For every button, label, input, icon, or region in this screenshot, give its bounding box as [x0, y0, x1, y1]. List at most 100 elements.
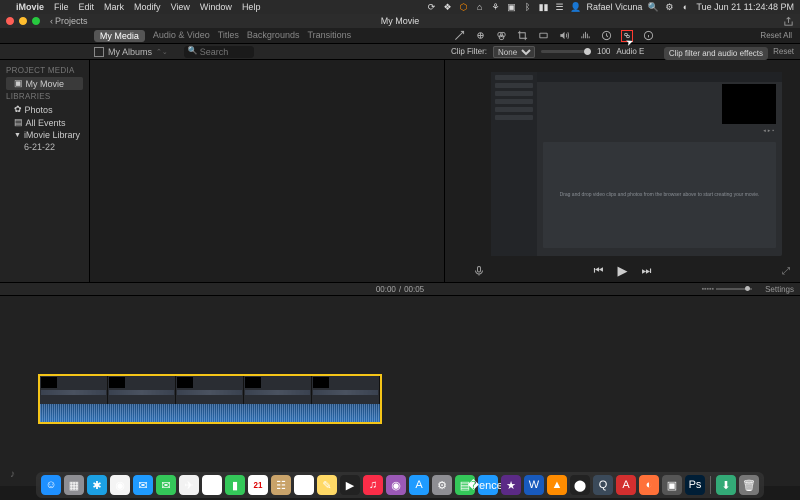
prev-button[interactable]: ⏮	[594, 265, 604, 278]
voiceover-button[interactable]	[473, 265, 485, 277]
dock-imovie[interactable]: ★	[501, 475, 521, 495]
siri-icon[interactable]: ◐	[680, 2, 690, 12]
dock-tv[interactable]: ▶	[340, 475, 360, 495]
sidebar-item-my-movie[interactable]: ▣ My Movie	[6, 77, 83, 90]
status-icon[interactable]: ⌂	[475, 2, 485, 12]
minimize-button[interactable]	[19, 17, 27, 25]
dock-vlc[interactable]: ▲	[547, 475, 567, 495]
status-icon[interactable]: ⚘	[491, 2, 501, 12]
next-button[interactable]: ⏭	[642, 265, 652, 278]
stabilization-icon[interactable]	[537, 30, 549, 42]
wifi-icon[interactable]: ☰	[555, 2, 565, 12]
photos-icon: ✿	[14, 104, 22, 115]
menu-help[interactable]: Help	[242, 2, 261, 12]
dock-prefs[interactable]: ⚙	[432, 475, 452, 495]
dock-contacts[interactable]: ☷	[271, 475, 291, 495]
dock-notes[interactable]: ✎	[317, 475, 337, 495]
dock-keynote[interactable]: �ences	[478, 475, 498, 495]
dock-reader[interactable]: A	[616, 475, 636, 495]
timeline-clip[interactable]	[38, 374, 382, 424]
crop-icon[interactable]	[516, 30, 528, 42]
timeline-zoom-slider[interactable]: ▪▪▪▪▪	[702, 286, 752, 293]
clip-filter-select[interactable]: None	[493, 46, 535, 58]
playback-controls: ⏮ ▶ ⏭ ⤢	[445, 260, 800, 282]
speed-icon[interactable]	[600, 30, 612, 42]
menu-modify[interactable]: Modify	[134, 2, 161, 12]
dock-maps[interactable]: ✈	[179, 475, 199, 495]
dock-voice[interactable]: ⬤	[570, 475, 590, 495]
dock-calendar[interactable]: 21	[248, 475, 268, 495]
clip-audio-waveform[interactable]	[40, 404, 380, 422]
sidebar-item-all-events[interactable]: ▤ All Events	[6, 116, 83, 129]
status-icon[interactable]: ▣	[507, 2, 517, 12]
status-icon[interactable]: ⬡	[459, 2, 469, 12]
noise-reduction-icon[interactable]	[579, 30, 591, 42]
dock-finder[interactable]: ☺	[41, 475, 61, 495]
projects-back-button[interactable]: ‹ Projects	[50, 16, 88, 26]
dock-firefox[interactable]: ◐	[639, 475, 659, 495]
close-button[interactable]	[6, 17, 14, 25]
dock-appstore[interactable]: A	[409, 475, 429, 495]
tab-titles[interactable]: Titles	[218, 30, 239, 42]
dock-safari[interactable]: ✱	[87, 475, 107, 495]
dock-photos[interactable]: ✿	[202, 475, 222, 495]
music-track-icon[interactable]: ♪	[10, 469, 15, 480]
dock-quicktime[interactable]: Q	[593, 475, 613, 495]
spotlight-icon[interactable]: 🔍	[648, 2, 658, 12]
tab-my-media[interactable]: My Media	[94, 30, 145, 42]
color-balance-icon[interactable]	[474, 30, 486, 42]
volume-icon[interactable]	[558, 30, 570, 42]
share-button[interactable]	[783, 16, 794, 27]
color-correction-icon[interactable]	[495, 30, 507, 42]
clip-filter-audio-effects-button[interactable]: ➤	[621, 30, 633, 42]
dock-reminders[interactable]: ☰	[294, 475, 314, 495]
dock-downloads[interactable]: ⬇	[716, 475, 736, 495]
status-icon[interactable]: ❖	[443, 2, 453, 12]
app-menu[interactable]: iMovie	[16, 2, 44, 12]
battery-icon[interactable]: ▮▮	[539, 2, 549, 12]
menu-window[interactable]: Window	[200, 2, 232, 12]
dock-photoshop[interactable]: Ps	[685, 475, 705, 495]
reset-all-button[interactable]: Reset All	[760, 31, 792, 40]
menu-file[interactable]: File	[54, 2, 69, 12]
zoom-button[interactable]	[32, 17, 40, 25]
status-icon[interactable]: ⟳	[427, 2, 437, 12]
tab-backgrounds[interactable]: Backgrounds	[247, 30, 300, 42]
play-button[interactable]: ▶	[618, 263, 628, 279]
menubar-user[interactable]: Rafael Vicuna	[587, 2, 643, 12]
dock-word[interactable]: W	[524, 475, 544, 495]
dock-trash[interactable]: 🗑	[739, 475, 759, 495]
fullscreen-button[interactable]: ⤢	[782, 266, 790, 277]
tab-audio-video[interactable]: Audio & Video	[153, 30, 210, 42]
bluetooth-icon[interactable]: ᛒ	[523, 2, 533, 12]
dock-facetime[interactable]: ▮	[225, 475, 245, 495]
dock-chrome[interactable]: ◉	[110, 475, 130, 495]
sidebar-item-photos[interactable]: ✿ Photos	[6, 103, 83, 116]
dock-podcasts[interactable]: ◉	[386, 475, 406, 495]
dock-mail[interactable]: ✉	[133, 475, 153, 495]
media-browser[interactable]	[90, 60, 445, 282]
info-icon[interactable]	[642, 30, 654, 42]
dock-music[interactable]: ♫	[363, 475, 383, 495]
dock-other1[interactable]: ▣	[662, 475, 682, 495]
dock-launchpad[interactable]: ▦	[64, 475, 84, 495]
dock-messages[interactable]: ✉	[156, 475, 176, 495]
preview-viewport[interactable]: ◂▸▪ Drag and drop video clips and photos…	[491, 72, 782, 256]
menu-mark[interactable]: Mark	[104, 2, 124, 12]
enhance-icon[interactable]	[453, 30, 465, 42]
menu-edit[interactable]: Edit	[79, 2, 95, 12]
albums-selector[interactable]: My Albums ⌃⌄ 🔍	[90, 46, 445, 58]
tab-transitions[interactable]: Transitions	[307, 30, 351, 42]
menu-view[interactable]: View	[171, 2, 190, 12]
preview-panel: ◂▸▪ Drag and drop video clips and photos…	[445, 60, 800, 282]
sidebar-item-imovie-library[interactable]: ▼ iMovie Library	[6, 129, 83, 141]
control-center-icon[interactable]: ⚙	[664, 2, 674, 12]
sidebar-item-event-date[interactable]: 6-21-22	[6, 141, 83, 153]
menubar-clock[interactable]: Tue Jun 21 11:24:48 PM	[696, 2, 794, 12]
clip-volume-slider[interactable]	[541, 50, 591, 53]
user-icon[interactable]: 👤	[571, 2, 581, 12]
timecode-total: 00:05	[404, 285, 424, 294]
timeline[interactable]: ♪	[0, 296, 800, 486]
reset-button[interactable]: Reset	[773, 47, 794, 56]
timeline-settings-button[interactable]: Settings	[765, 285, 794, 294]
